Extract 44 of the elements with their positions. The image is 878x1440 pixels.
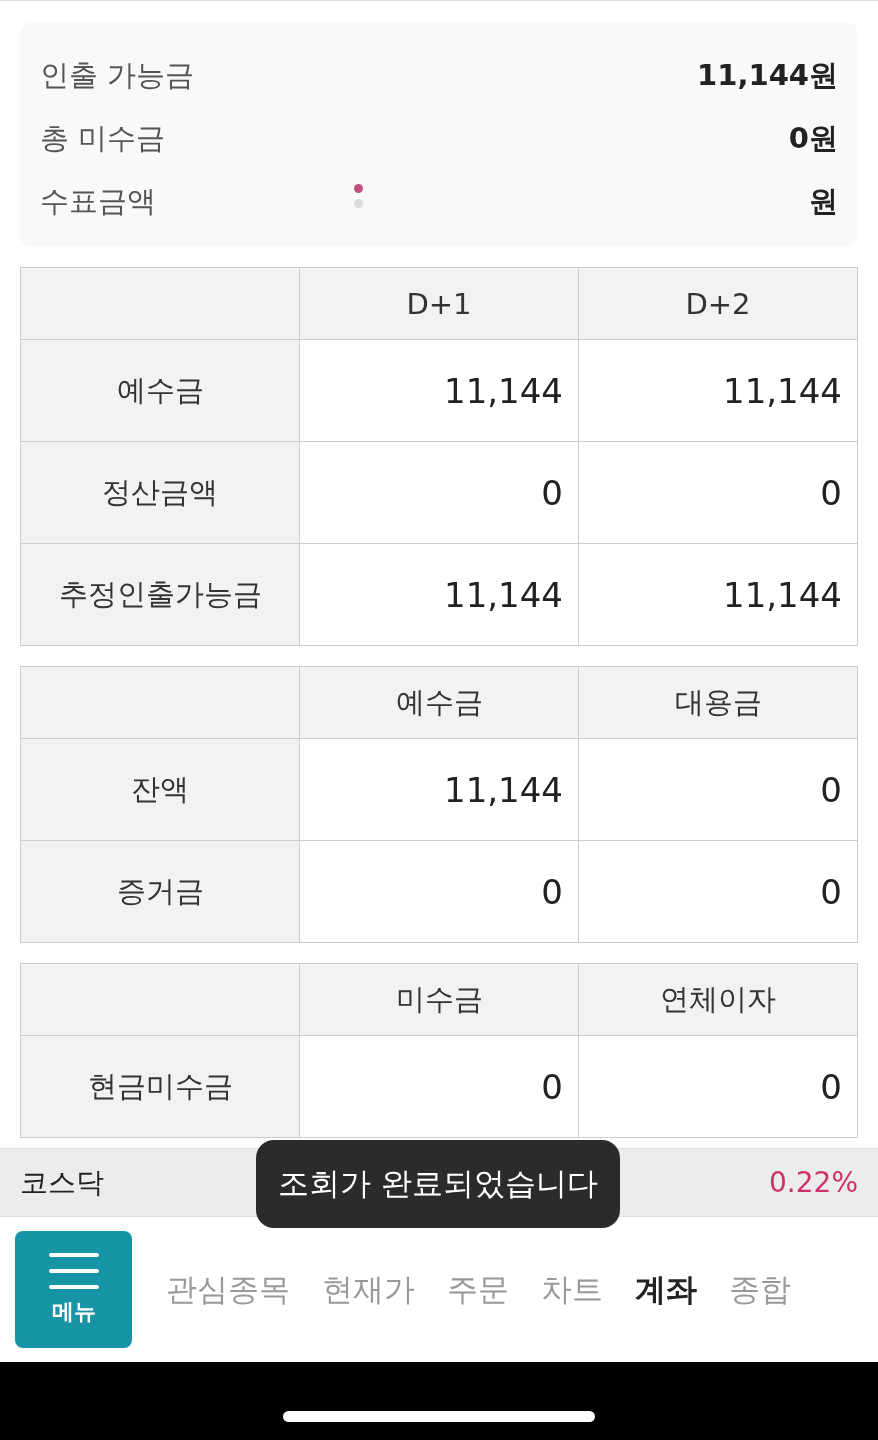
summary-label: 수표금액 bbox=[40, 182, 156, 220]
summary-label: 인출 가능금 bbox=[40, 56, 195, 94]
summary-label: 총 미수금 bbox=[40, 119, 166, 157]
nav-tab[interactable]: 차트 bbox=[525, 1268, 619, 1311]
column-header: 미수금 bbox=[300, 964, 579, 1036]
summary-value: 11,144원 bbox=[697, 56, 838, 94]
row-header: 잔액 bbox=[21, 739, 300, 841]
column-header: 연체이자 bbox=[579, 964, 858, 1036]
menu-icon bbox=[48, 1252, 99, 1289]
table-cell: 11,144 bbox=[579, 340, 858, 442]
table-cell: 0 bbox=[579, 841, 858, 943]
row-header: 예수금 bbox=[21, 340, 300, 442]
nav-tab[interactable]: 종합 bbox=[713, 1268, 807, 1311]
nav-tab[interactable]: 계좌 bbox=[619, 1268, 713, 1311]
nav-tab[interactable]: 관심종목 bbox=[150, 1268, 306, 1311]
column-header: D+1 bbox=[300, 268, 579, 340]
index-change: 0.22% bbox=[769, 1166, 858, 1199]
page-dot[interactable] bbox=[354, 184, 363, 193]
table-cell: 0 bbox=[579, 739, 858, 841]
table-cell: 0 bbox=[300, 1036, 579, 1138]
column-header: 예수금 bbox=[300, 667, 579, 739]
summary-value: 원 bbox=[809, 182, 838, 220]
row-header: 현금미수금 bbox=[21, 1036, 300, 1138]
column-header: 대용금 bbox=[579, 667, 858, 739]
table-cell: 11,144 bbox=[300, 544, 579, 646]
table-cell: 0 bbox=[300, 841, 579, 943]
index-name: 코스닥 bbox=[20, 1164, 104, 1201]
row-header: 추정인출가능금 bbox=[21, 544, 300, 646]
row-header: 정산금액 bbox=[21, 442, 300, 544]
menu-button[interactable]: 메뉴 bbox=[15, 1231, 132, 1348]
summary-value: 0원 bbox=[788, 119, 838, 157]
nav-tab[interactable]: 현재가 bbox=[306, 1268, 431, 1311]
table-cell: 0 bbox=[579, 442, 858, 544]
nav-tab[interactable]: 주문 bbox=[431, 1268, 525, 1311]
toast-message: 조회가 완료되었습니다 bbox=[256, 1140, 620, 1228]
table-cell: 0 bbox=[300, 442, 579, 544]
table-cell: 11,144 bbox=[300, 739, 579, 841]
table-cell: 11,144 bbox=[579, 544, 858, 646]
home-indicator[interactable] bbox=[283, 1411, 595, 1422]
column-header: D+2 bbox=[579, 268, 858, 340]
page-dot[interactable] bbox=[354, 199, 363, 208]
table-cell: 11,144 bbox=[300, 340, 579, 442]
row-header: 증거금 bbox=[21, 841, 300, 943]
table-cell: 0 bbox=[579, 1036, 858, 1138]
